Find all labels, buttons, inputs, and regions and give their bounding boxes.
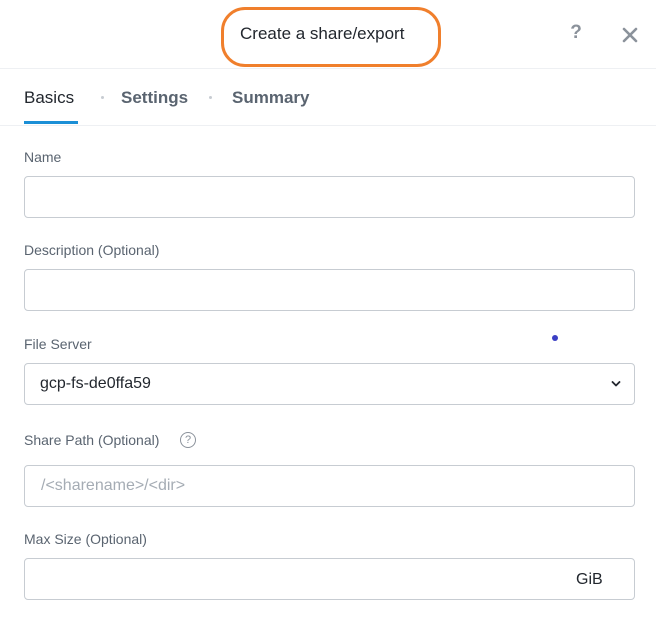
file-server-label: File Server bbox=[24, 336, 92, 352]
description-label: Description (Optional) bbox=[24, 242, 160, 258]
chevron-down-icon bbox=[611, 381, 621, 387]
max-size-input[interactable] bbox=[24, 558, 635, 600]
tab-settings[interactable]: Settings bbox=[121, 88, 188, 108]
close-icon bbox=[622, 27, 638, 43]
tab-basics[interactable]: Basics bbox=[24, 88, 74, 108]
tab-separator bbox=[101, 96, 104, 99]
name-input[interactable] bbox=[24, 176, 635, 218]
create-share-dialog: Create a share/export ? Basics Settings … bbox=[0, 0, 656, 620]
file-server-select[interactable]: gcp-fs-de0ffa59 bbox=[24, 363, 635, 405]
status-dot bbox=[552, 335, 558, 341]
max-size-unit: GiB bbox=[576, 571, 603, 588]
name-label: Name bbox=[24, 149, 62, 165]
file-server-selected-value: gcp-fs-de0ffa59 bbox=[40, 375, 151, 392]
help-button[interactable]: ? bbox=[566, 22, 586, 46]
tab-bar: Basics Settings Summary bbox=[0, 69, 656, 126]
tab-summary[interactable]: Summary bbox=[232, 88, 309, 108]
close-button[interactable] bbox=[619, 22, 641, 46]
active-tab-indicator bbox=[24, 121, 78, 124]
dialog-title: Create a share/export bbox=[240, 24, 405, 43]
help-circle-icon[interactable]: ? bbox=[180, 432, 196, 448]
share-path-label: Share Path (Optional) bbox=[24, 432, 160, 448]
max-size-label: Max Size (Optional) bbox=[24, 531, 147, 547]
description-input[interactable] bbox=[24, 269, 635, 311]
tab-separator bbox=[209, 96, 212, 99]
dialog-header: Create a share/export ? bbox=[0, 0, 656, 69]
share-path-input[interactable] bbox=[24, 465, 635, 507]
